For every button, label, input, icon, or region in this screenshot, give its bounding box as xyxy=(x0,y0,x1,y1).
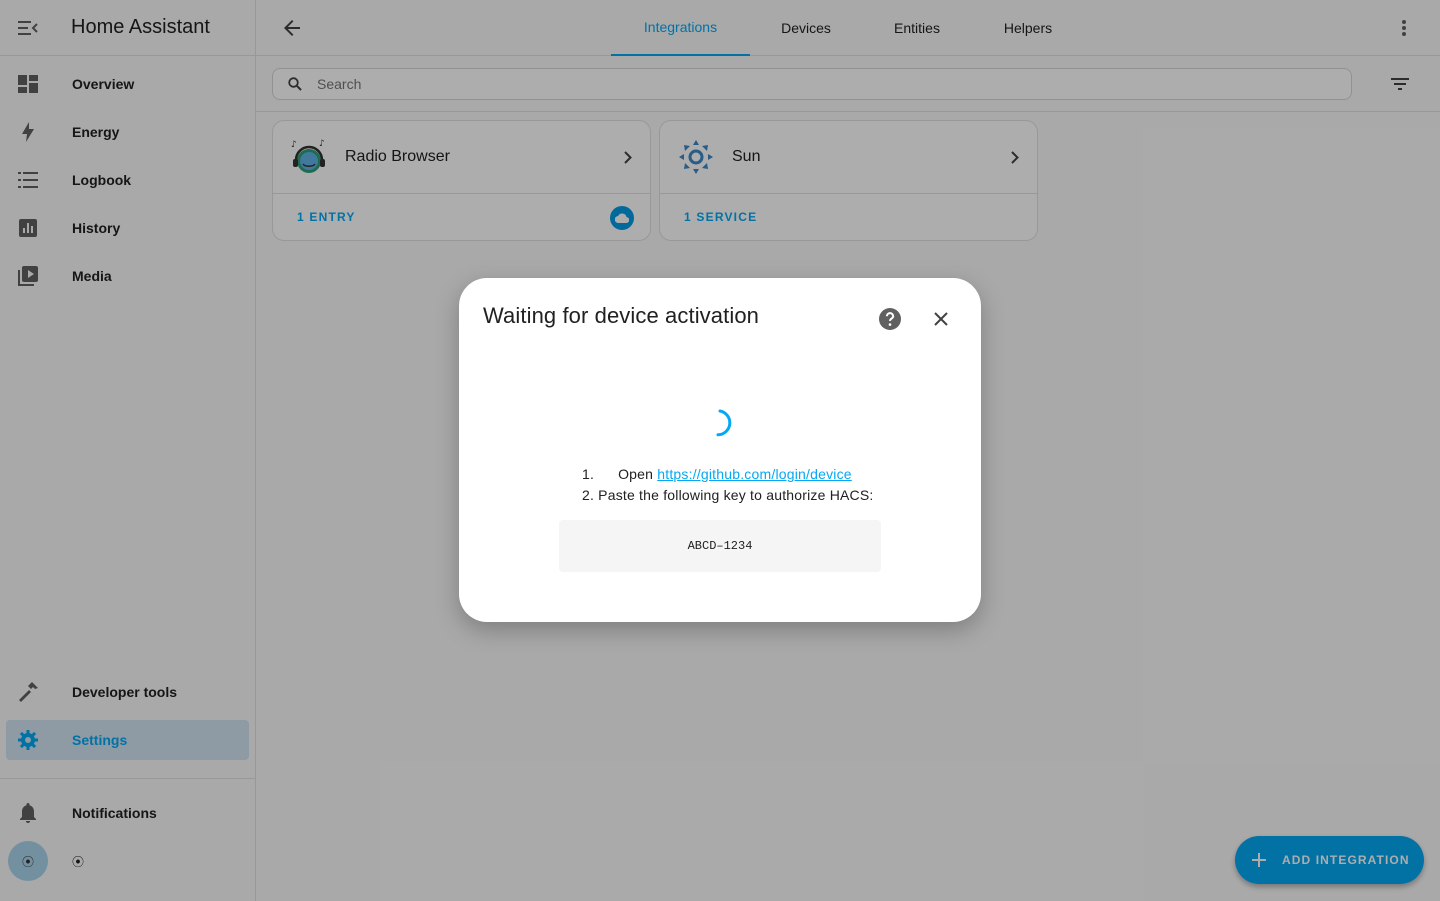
loading-spinner xyxy=(702,405,738,441)
step-text: Open xyxy=(618,466,654,482)
step-number: 1. xyxy=(582,466,595,482)
instruction-step: 1. Open https://github.com/login/device xyxy=(582,464,874,485)
help-icon[interactable] xyxy=(877,306,903,332)
device-code[interactable]: ABCD–1234 xyxy=(559,520,881,572)
github-device-link[interactable]: https://github.com/login/device xyxy=(657,466,852,482)
dialog-title: Waiting for device activation xyxy=(483,303,759,328)
device-activation-dialog: Waiting for device activation 1. Open ht… xyxy=(459,278,981,622)
step-number: 2. xyxy=(582,487,595,503)
close-icon[interactable] xyxy=(929,307,953,331)
instruction-step: 2. Paste the following key to authorize … xyxy=(582,485,874,506)
step-text: Paste the following key to authorize HAC… xyxy=(598,487,874,503)
instructions-list: 1. Open https://github.com/login/device … xyxy=(582,464,874,506)
